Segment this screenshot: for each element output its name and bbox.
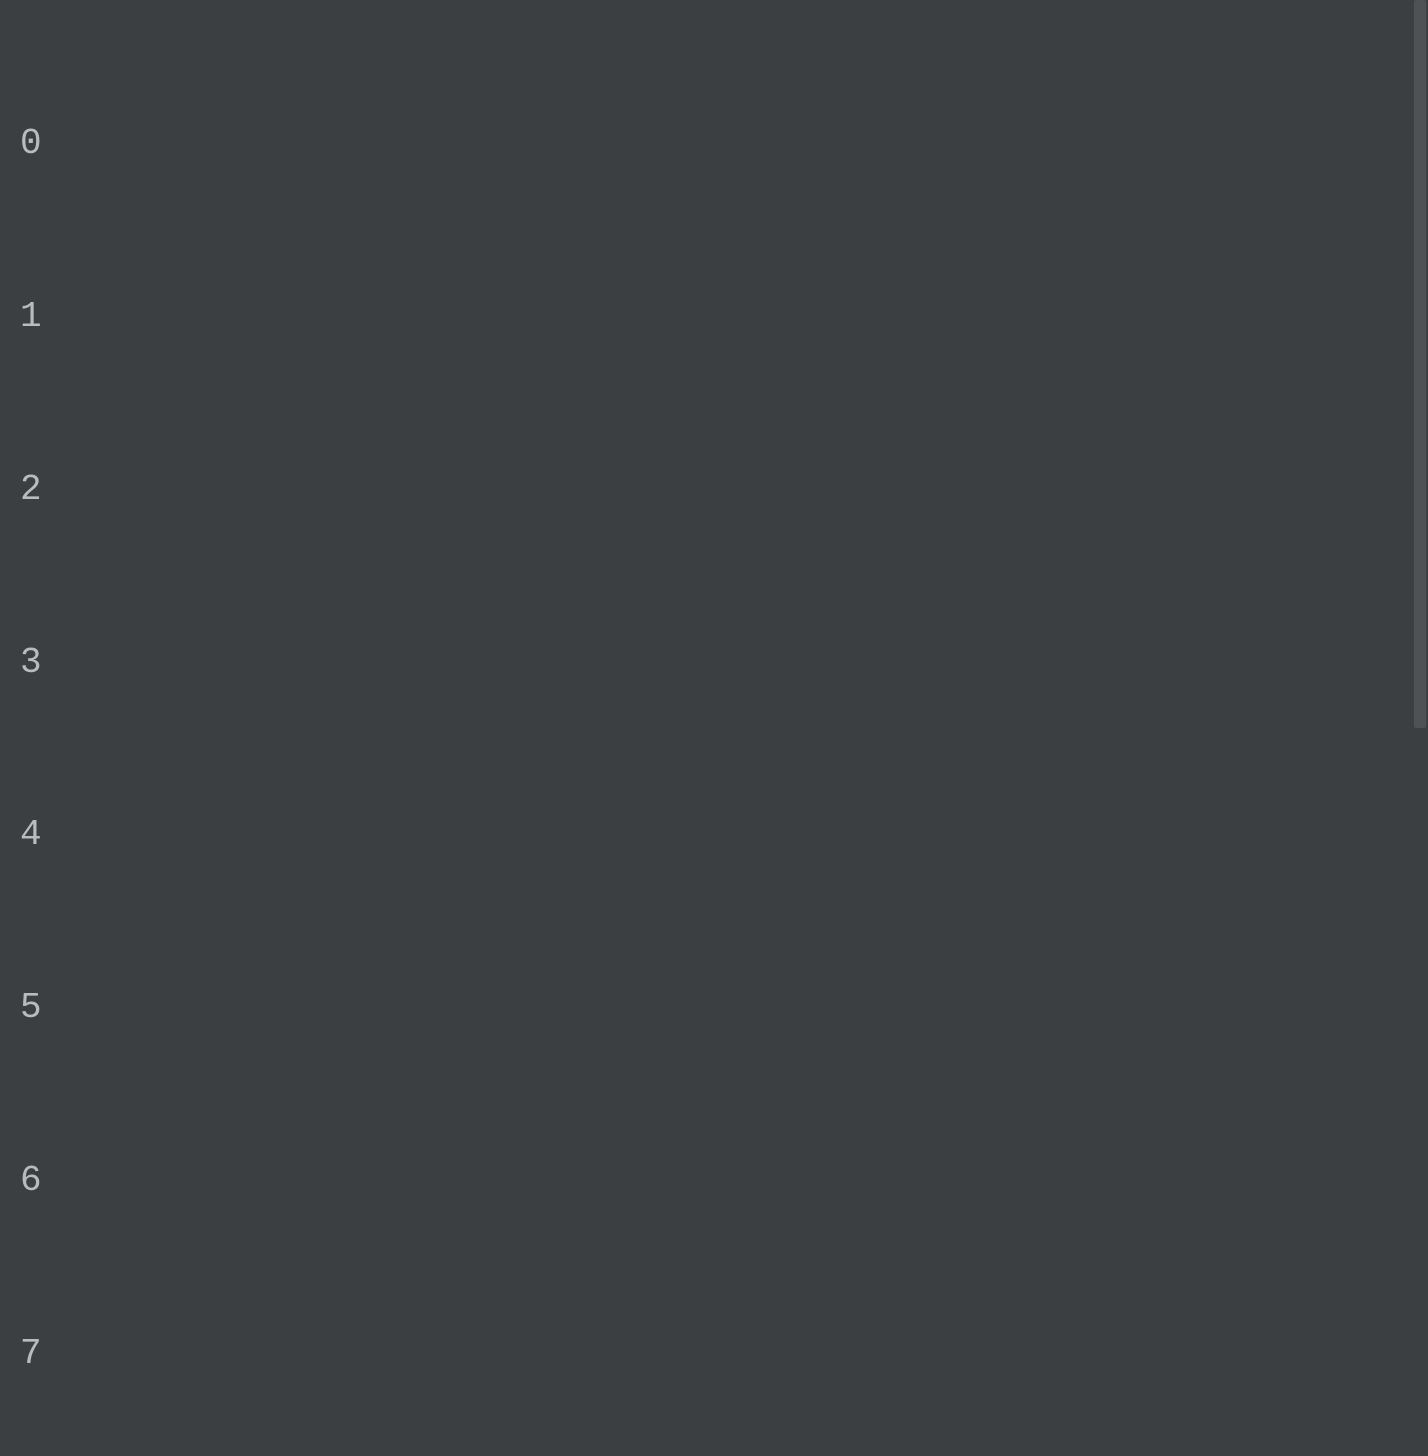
output-line: 1	[20, 288, 1408, 346]
scrollbar-thumb[interactable]	[1414, 0, 1426, 728]
output-line: 4	[20, 806, 1408, 864]
output-line: 6	[20, 1152, 1408, 1210]
output-line: 5	[20, 979, 1408, 1037]
output-line: 3	[20, 634, 1408, 692]
output-line: 7	[20, 1325, 1408, 1383]
console-output: 0 1 2 3 4 5 6 7 8 9 Process finished wit…	[20, 0, 1408, 1456]
output-line: 0	[20, 115, 1408, 173]
scrollbar-track[interactable]	[1412, 0, 1428, 728]
output-line: 2	[20, 461, 1408, 519]
